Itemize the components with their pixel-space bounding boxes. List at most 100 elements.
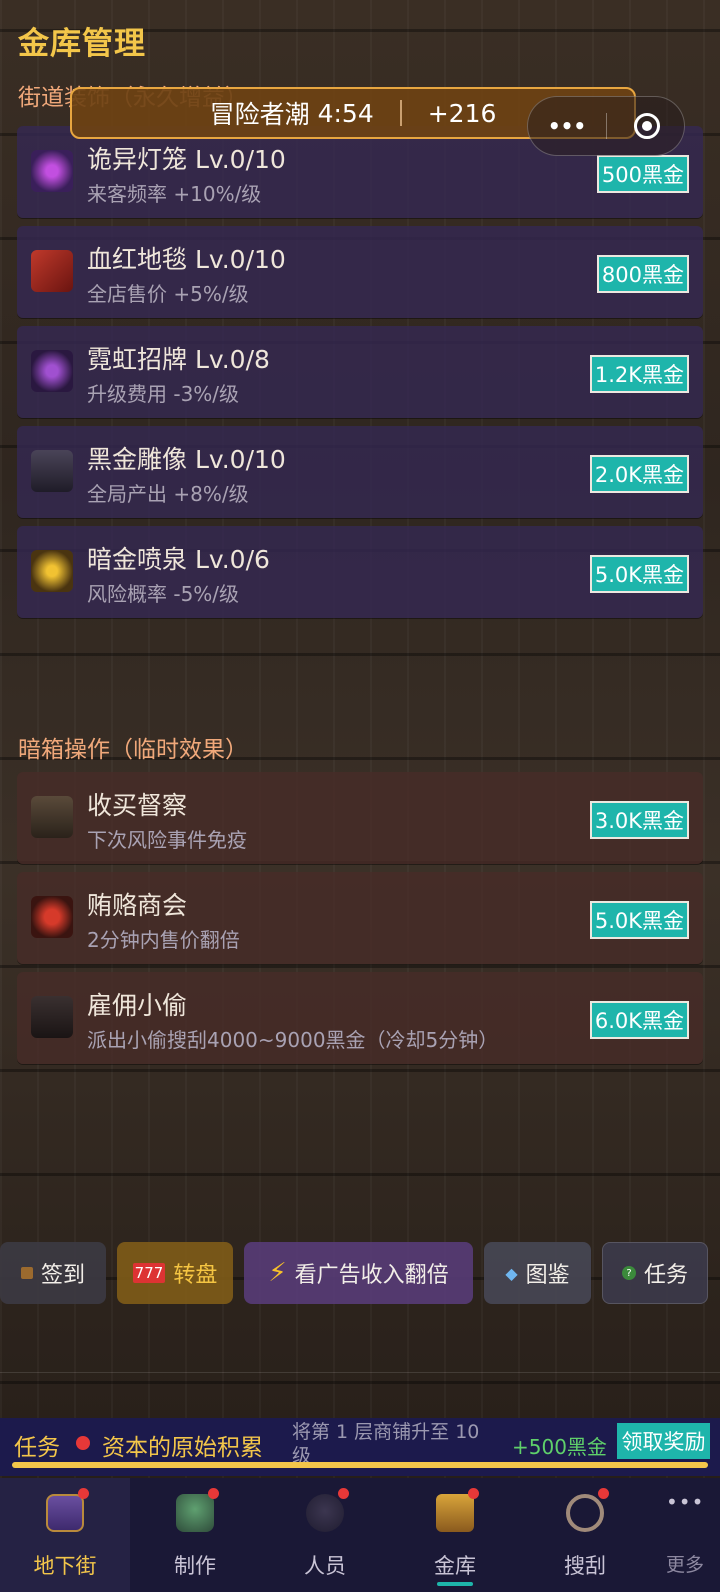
nav-active-indicator xyxy=(437,1582,473,1586)
buy-price-button[interactable]: 5.0K黑金 xyxy=(589,555,689,593)
slot-machine-icon: 777 xyxy=(132,1263,166,1283)
item-desc: 全店售价 +5%/级 xyxy=(87,282,249,306)
nav-badge-dot xyxy=(338,1488,349,1499)
item-card: 黑金雕像 Lv.0/10 全局产出 +8%/级 2.0K黑金 xyxy=(17,426,703,518)
magnifier-icon xyxy=(566,1494,604,1532)
nav-label: 地下街 xyxy=(33,1554,97,1578)
item-desc: 风险概率 -5%/级 xyxy=(87,582,240,606)
nav-label: 搜刮 xyxy=(564,1554,606,1578)
item-name: 黑金雕像 Lv.0/10 xyxy=(87,445,286,474)
codex-label: 图鉴 xyxy=(525,1263,570,1288)
buy-price-button[interactable]: 2.0K黑金 xyxy=(589,455,689,493)
item-card: 暗金喷泉 Lv.0/6 风险概率 -5%/级 5.0K黑金 xyxy=(17,526,703,618)
page-title: 金库管理 xyxy=(18,26,146,62)
more-menu-button[interactable]: ••• xyxy=(528,97,606,155)
item-card: 雇佣小偷派出小偷搜刮4000~9000黑金（冷却5分钟） 6.0K黑金 xyxy=(17,972,703,1064)
guild-icon xyxy=(31,896,73,938)
more-dots-icon: ••• xyxy=(666,1490,705,1514)
tasks-label: 任务 xyxy=(643,1263,688,1288)
item-card: 贿赂商会 2分钟内售价翻倍 5.0K黑金 xyxy=(17,872,703,964)
buy-price-button[interactable]: 800黑金 xyxy=(596,255,689,293)
task-label: 任务 xyxy=(14,1435,60,1461)
item-name: 暗金喷泉 Lv.0/6 xyxy=(87,545,270,574)
nav-tab-vault[interactable]: 金库 xyxy=(390,1478,520,1592)
item-desc: 派出小偷搜刮4000~9000黑金（冷却5分钟） xyxy=(87,1028,499,1052)
item-name: 雇佣小偷 xyxy=(87,991,188,1020)
item-desc: 2分钟内售价翻倍 xyxy=(87,928,240,952)
miniprogram-capsule: ••• xyxy=(527,96,685,156)
claim-reward-button[interactable]: 领取奖励 xyxy=(617,1423,710,1459)
nav-tab-staff[interactable]: 人员 xyxy=(260,1478,390,1592)
item-desc: 来客频率 +10%/级 xyxy=(87,182,262,206)
thief-icon xyxy=(31,996,73,1038)
codex-button[interactable]: ◆ 图鉴 xyxy=(484,1242,591,1304)
inspector-icon xyxy=(31,796,73,838)
lantern-icon xyxy=(31,150,73,192)
item-desc: 升级费用 -3%/级 xyxy=(87,382,240,406)
nav-badge-dot xyxy=(208,1488,219,1499)
event-timer: 4:54 xyxy=(317,98,374,128)
nav-tab-more[interactable]: ••• 更多 xyxy=(650,1478,720,1592)
fountain-icon xyxy=(31,550,73,592)
chest-icon xyxy=(20,1267,33,1279)
wheel-button[interactable]: 777 转盘 xyxy=(117,1242,233,1304)
nav-badge-dot xyxy=(78,1488,89,1499)
item-card: 霓虹招牌 Lv.0/8 升级费用 -3%/级 1.2K黑金 xyxy=(17,326,703,418)
item-card: 收买督察下次风险事件免疫 3.0K黑金 xyxy=(17,772,703,864)
item-name: 收买督察 xyxy=(87,791,188,820)
item-name: 贿赂商会 xyxy=(87,891,188,920)
divider xyxy=(0,1372,720,1373)
cauldron-icon xyxy=(176,1494,214,1532)
nav-badge-dot xyxy=(598,1488,609,1499)
task-progress-track xyxy=(12,1462,708,1468)
item-name: 诡异灯笼 Lv.0/10 xyxy=(87,145,286,174)
target-close-icon xyxy=(634,113,660,139)
item-card: 血红地毯 Lv.0/10 全店售价 +5%/级 800黑金 xyxy=(17,226,703,318)
nav-label: 更多 xyxy=(665,1554,704,1576)
neon-sign-icon xyxy=(31,350,73,392)
buy-price-button[interactable]: 3.0K黑金 xyxy=(589,801,689,839)
task-bar[interactable]: 任务 资本的原始积累 将第 1 层商铺升至 10 级 +500黑金 领取奖励 xyxy=(0,1418,720,1476)
buy-price-button[interactable]: 1.2K黑金 xyxy=(589,355,689,393)
book-icon: ◆ xyxy=(505,1263,518,1283)
nav-label: 人员 xyxy=(304,1554,346,1578)
item-name: 霓虹招牌 Lv.0/8 xyxy=(87,345,270,374)
task-desc: 将第 1 层商铺升至 10 级 xyxy=(292,1421,480,1467)
checkin-button[interactable]: 签到 xyxy=(0,1242,106,1304)
buy-price-button[interactable]: 6.0K黑金 xyxy=(589,1001,689,1039)
task-name: 资本的原始积累 xyxy=(102,1435,263,1461)
question-icon: ? xyxy=(621,1266,636,1280)
close-miniprogram-button[interactable] xyxy=(608,97,686,155)
arch-door-icon xyxy=(46,1494,84,1532)
ad-double-label: 看广告收入翻倍 xyxy=(294,1263,449,1288)
banner-divider xyxy=(399,100,402,126)
nav-badge-dot xyxy=(468,1488,479,1499)
claim-reward-label: 领取奖励 xyxy=(621,1430,706,1454)
ad-double-button[interactable]: ⚡ 看广告收入翻倍 xyxy=(244,1242,473,1304)
task-status-dot xyxy=(76,1436,90,1450)
item-name: 血红地毯 Lv.0/10 xyxy=(87,245,286,274)
tasks-button[interactable]: ? 任务 xyxy=(602,1242,708,1304)
person-icon xyxy=(306,1494,344,1532)
event-name: 冒险者潮 xyxy=(209,100,310,129)
statue-icon xyxy=(31,450,73,492)
capsule-divider xyxy=(606,113,607,139)
nav-tab-crafting[interactable]: 制作 xyxy=(130,1478,260,1592)
item-desc: 全局产出 +8%/级 xyxy=(87,482,249,506)
wheel-label: 转盘 xyxy=(173,1263,218,1288)
buy-price-button[interactable]: 5.0K黑金 xyxy=(589,901,689,939)
task-progress-fill xyxy=(12,1462,708,1468)
event-bonus: +216 xyxy=(427,98,497,128)
item-desc: 下次风险事件免疫 xyxy=(87,828,247,852)
section-title-secret-ops: 暗箱操作（临时效果） xyxy=(18,737,248,763)
more-dots-icon: ••• xyxy=(547,114,587,138)
nav-tab-search[interactable]: 搜刮 xyxy=(520,1478,650,1592)
carpet-icon xyxy=(31,250,73,292)
nav-label: 制作 xyxy=(174,1554,216,1578)
lightning-icon: ⚡ xyxy=(268,1258,287,1288)
nav-label: 金库 xyxy=(434,1554,476,1578)
checkin-label: 签到 xyxy=(40,1263,85,1288)
nav-tab-underground-street[interactable]: 地下街 xyxy=(0,1478,130,1592)
task-reward: +500黑金 xyxy=(512,1435,607,1459)
buy-price-button[interactable]: 500黑金 xyxy=(596,155,689,193)
